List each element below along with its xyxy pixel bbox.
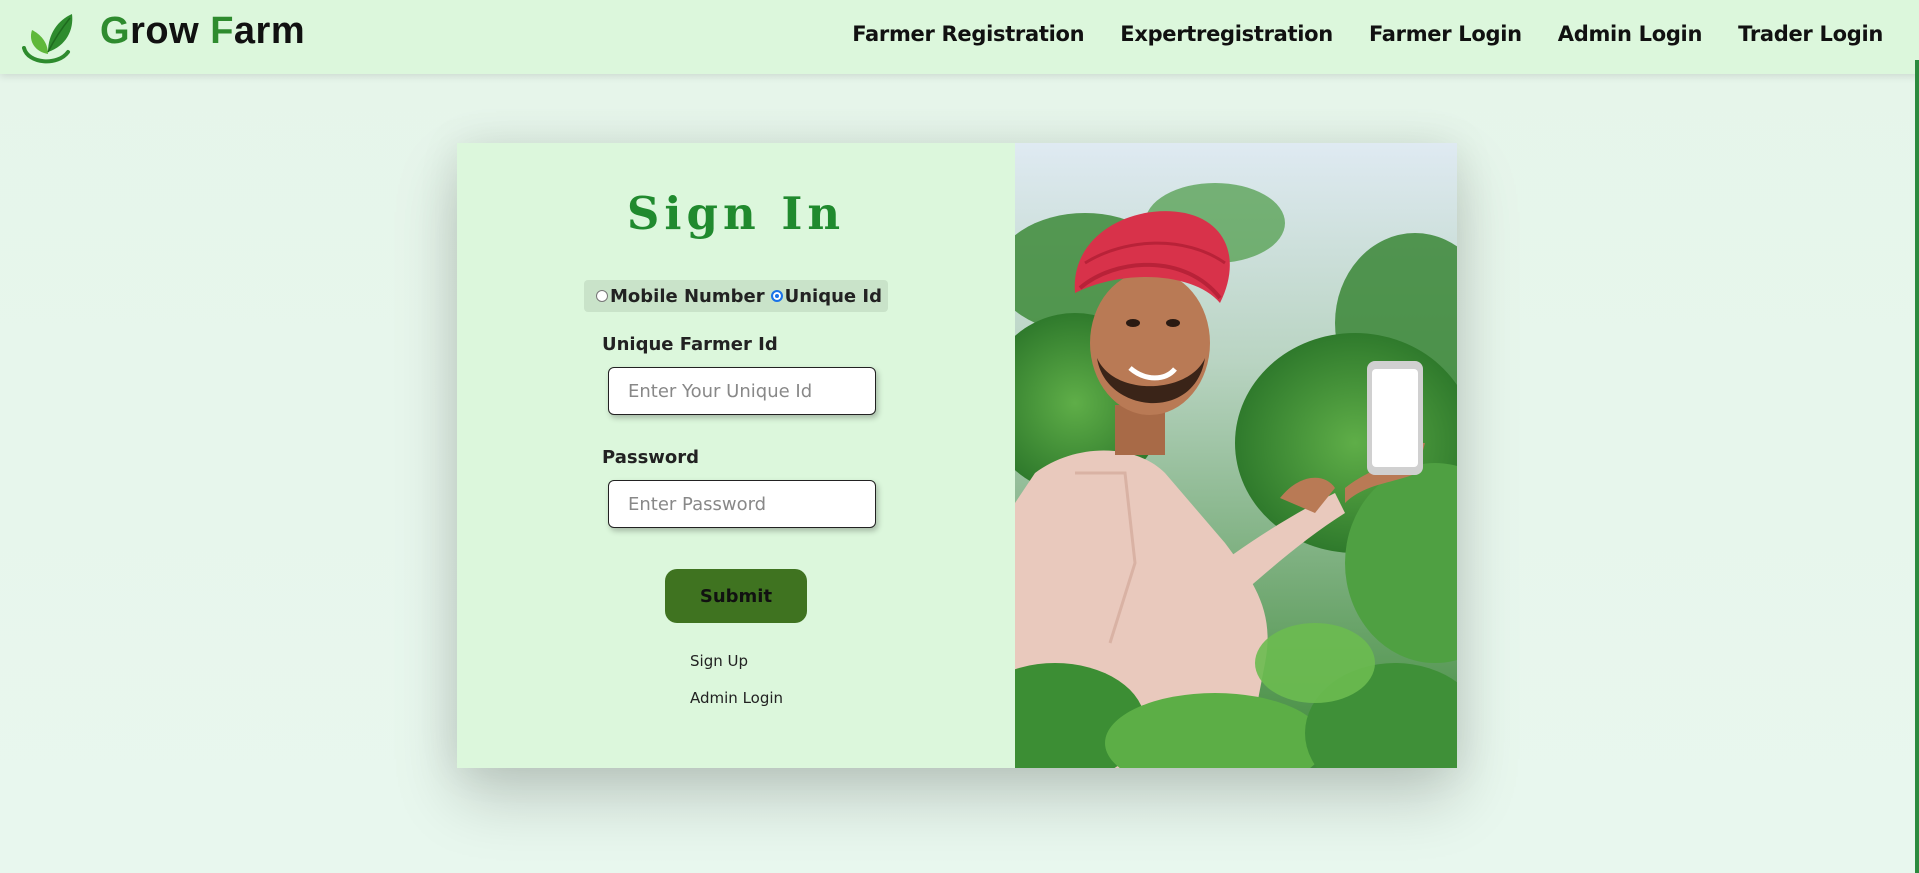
farmer-photo [1015, 143, 1457, 768]
sign-up-link[interactable]: Sign Up [690, 652, 748, 670]
radio-mobile-dot[interactable] [596, 290, 608, 302]
sign-in-form: Sign In Mobile Number Unique Id Unique F… [457, 143, 1015, 768]
radio-mobile-number[interactable]: Mobile Number [596, 286, 765, 307]
radio-unique-id-dot[interactable] [770, 290, 783, 302]
submit-button[interactable]: Submit [665, 569, 807, 623]
sign-in-card: Sign In Mobile Number Unique Id Unique F… [457, 143, 1457, 768]
login-method-radio-group: Mobile Number Unique Id [584, 280, 888, 312]
nav-trader-login[interactable]: Trader Login [1738, 22, 1883, 46]
farmer-photo-illustration [1015, 143, 1457, 768]
page-scrollbar[interactable] [1915, 60, 1919, 873]
brand-text-2: arm [233, 10, 306, 52]
password-input[interactable] [608, 480, 876, 528]
radio-mobile-label: Mobile Number [610, 285, 765, 307]
brand-letter-f: F [210, 10, 234, 52]
nav-farmer-registration[interactable]: Farmer Registration [852, 22, 1084, 46]
nav-farmer-login[interactable]: Farmer Login [1369, 22, 1522, 46]
radio-unique-id[interactable]: Unique Id [770, 285, 882, 307]
radio-unique-id-label: Unique Id [784, 285, 882, 307]
unique-id-input[interactable] [608, 367, 876, 415]
password-label: Password [602, 447, 700, 468]
unique-farmer-id-label: Unique Farmer Id [602, 334, 778, 355]
admin-login-link[interactable]: Admin Login [690, 689, 783, 707]
nav-expert-registration[interactable]: Expertregistration [1120, 22, 1333, 46]
brand-letter-g: G [100, 10, 131, 52]
page-title: Sign In [626, 187, 846, 240]
nav-links: Farmer Registration Expertregistration F… [852, 22, 1883, 46]
navbar: Grow Farm Farmer Registration Expertregi… [0, 0, 1919, 74]
leaf-logo-icon[interactable] [18, 8, 74, 64]
brand-name[interactable]: Grow Farm [100, 10, 305, 53]
brand-text-1: row [130, 10, 211, 52]
nav-admin-login[interactable]: Admin Login [1558, 22, 1703, 46]
